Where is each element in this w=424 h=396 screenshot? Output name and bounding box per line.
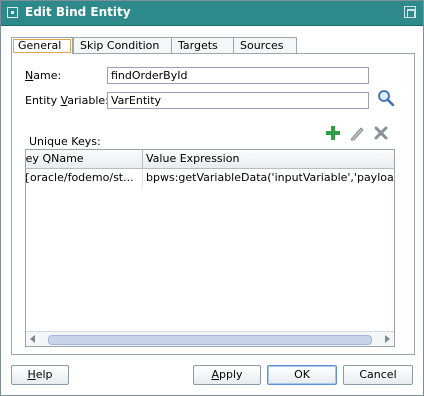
name-label: Name: <box>25 69 62 82</box>
tab-targets[interactable]: Targets <box>171 37 235 53</box>
tab-sources[interactable]: Sources <box>233 37 297 53</box>
scroll-left-icon[interactable] <box>30 335 35 343</box>
table-header: Key QName Value Expression <box>26 150 394 169</box>
maximize-button[interactable] <box>404 6 416 18</box>
edit-icon[interactable] <box>349 125 365 141</box>
entity-variable-label: Entity Variable: <box>25 94 109 107</box>
table-row[interactable]: {oracle/fodemo/st... bpws:getVariableDat… <box>26 169 394 187</box>
tab-skip-condition[interactable]: Skip Condition <box>73 37 173 53</box>
column-header-value-expression[interactable]: Value Expression <box>142 150 394 168</box>
help-button[interactable]: Help <box>11 365 69 385</box>
cell-value-expression[interactable]: bpws:getVariableData('inputVariable','pa… <box>142 169 394 187</box>
cancel-button[interactable]: Cancel <box>343 365 413 385</box>
title-bar[interactable]: Edit Bind Entity <box>1 1 423 26</box>
scroll-thumb[interactable] <box>48 335 372 345</box>
magnifier-icon[interactable] <box>377 89 395 107</box>
tab-general[interactable]: General <box>11 37 73 54</box>
edit-bind-entity-dialog: Edit Bind Entity General Skip Condition … <box>0 0 424 396</box>
horizontal-scrollbar[interactable] <box>26 331 394 346</box>
cell-key-qname[interactable]: {oracle/fodemo/st... <box>26 169 143 187</box>
ok-button[interactable]: OK <box>267 365 337 385</box>
dialog-title: Edit Bind Entity <box>25 5 131 19</box>
apply-button[interactable]: Apply <box>193 365 261 385</box>
name-field[interactable]: findOrderById <box>107 67 369 84</box>
add-icon[interactable] <box>325 125 341 141</box>
delete-icon[interactable] <box>373 125 389 141</box>
window-icon <box>7 7 18 18</box>
scroll-right-icon[interactable] <box>385 335 390 343</box>
entity-variable-field[interactable]: VarEntity <box>107 92 369 109</box>
column-header-key-qname[interactable]: Key QName <box>26 150 143 168</box>
unique-keys-table[interactable]: Key QName Value Expression {oracle/fodem… <box>25 149 395 347</box>
unique-keys-label: Unique Keys: <box>29 135 101 148</box>
